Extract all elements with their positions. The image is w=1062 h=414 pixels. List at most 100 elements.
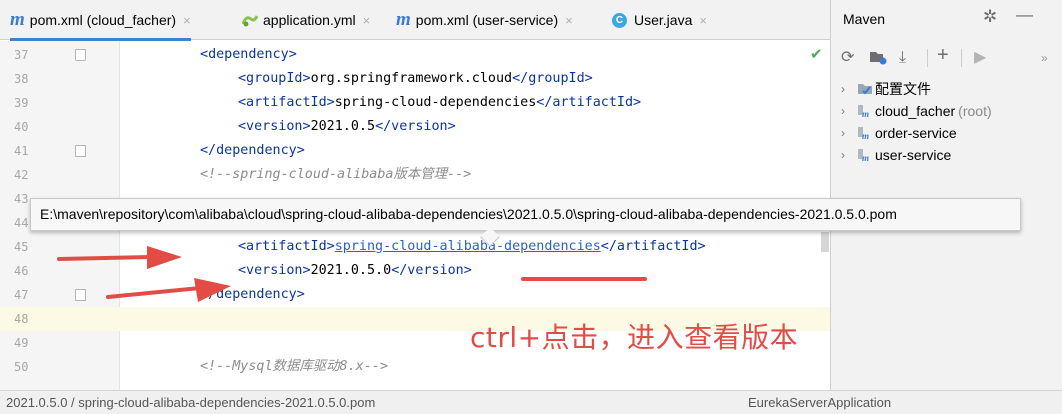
tab-application-yml[interactable]: application.yml × <box>241 0 371 40</box>
artifact-link[interactable]: spring-cloud-alibaba-dependencies <box>335 239 601 254</box>
annotation-underline <box>521 277 647 281</box>
code-line[interactable]: 50 <!--Mysql数据库驱动8.x--> <box>0 355 830 379</box>
maven-tree-item-cloud-facher[interactable]: › m cloud_facher (root) <box>841 100 992 122</box>
xml-tag: < <box>200 47 209 62</box>
line-number: 46 <box>14 264 29 278</box>
run-config-label[interactable]: EurekaServerApplication <box>748 395 891 410</box>
bottom-status-strip: 2021.0.5.0 / spring-cloud-alibaba-depend… <box>0 390 1062 414</box>
line-number: 50 <box>14 360 29 374</box>
toolbar-separator <box>927 49 928 67</box>
close-icon[interactable]: × <box>699 13 707 28</box>
code-text: <!--spring-cloud-alibaba版本管理--> <box>200 163 471 187</box>
xml-value: org.springframework.cloud <box>310 71 513 86</box>
xml-tag: </artifactId> <box>600 239 706 254</box>
plus-icon[interactable]: + <box>937 45 949 65</box>
code-line[interactable]: 40 <version>2021.0.5</version> <box>0 115 830 139</box>
toolbar-separator <box>961 49 962 67</box>
fold-marker-icon[interactable] <box>75 289 86 301</box>
annotation-arrow-1 <box>57 246 182 269</box>
code-line[interactable]: 37 <dependency> <box>0 43 830 67</box>
code-text: <groupId>org.springframework.cloud</grou… <box>238 67 593 91</box>
line-number: 41 <box>14 144 29 158</box>
tab-label: pom.xml (cloud_facher) <box>29 12 177 28</box>
java-class-icon: C <box>612 12 627 28</box>
xml-tag: </version> <box>391 263 472 278</box>
code-line[interactable]: 41 </dependency> <box>0 139 830 163</box>
svg-text:m: m <box>862 109 869 118</box>
code-text: </dependency> <box>200 139 305 163</box>
xml-tag: <groupId> <box>238 71 311 86</box>
maven-module-icon: m <box>857 126 871 141</box>
code-text: <version>2021.0.5.0</version> <box>238 259 472 283</box>
maven-tree-item-profiles[interactable]: › 配置文件 <box>841 78 931 100</box>
close-icon[interactable]: × <box>363 13 371 28</box>
fold-marker-icon[interactable] <box>75 145 86 157</box>
maven-tree-item-user-service[interactable]: › m user-service <box>841 144 951 166</box>
maven-tool-window: Maven ⟳ ⤓ + ▶ » › 配置文件 › m cloud_facher … <box>830 0 1062 390</box>
code-line[interactable]: 38 <groupId>org.springframework.cloud</gr… <box>0 67 830 91</box>
editor-scrollbar-thumb[interactable] <box>821 232 829 252</box>
tree-item-label: 配置文件 <box>875 81 931 97</box>
xml-comment: <!--Mysql数据库驱动8.x--> <box>200 359 388 374</box>
line-number: 37 <box>14 48 29 62</box>
xml-comment: <!--spring-cloud-alibaba版本管理--> <box>200 167 472 182</box>
minimize-icon[interactable]: — <box>1016 5 1033 25</box>
annotation-arrow-2 <box>106 278 231 302</box>
add-maven-project-icon[interactable] <box>869 49 887 70</box>
maven-m-icon: m <box>10 9 25 30</box>
code-text: <!--Mysql数据库驱动8.x--> <box>200 355 388 379</box>
path-tooltip: E:\maven\repository\com\alibaba\cloud\sp… <box>30 198 1021 231</box>
fold-marker-icon[interactable] <box>75 49 86 61</box>
line-number: 40 <box>14 120 29 134</box>
xml-value: 2021.0.5 <box>310 119 376 134</box>
close-icon[interactable]: × <box>183 13 191 28</box>
xml-tag: </version> <box>375 119 456 134</box>
yaml-file-icon <box>241 13 259 27</box>
xml-tag: </groupId> <box>512 71 593 86</box>
xml-value: 2021.0.5.0 <box>310 263 392 278</box>
code-text: <version>2021.0.5</version> <box>238 115 456 139</box>
maven-module-icon: m <box>857 148 871 163</box>
editor-tab-bar: m pom.xml (cloud_facher) × application.y… <box>0 0 830 41</box>
bottom-path-text: 2021.0.5.0 / spring-cloud-alibaba-depend… <box>6 395 376 410</box>
tree-item-label: user-service <box>875 147 952 163</box>
xml-tag: </dependency> <box>200 143 305 158</box>
xml-tag: dependency <box>208 47 289 62</box>
chevron-right-icon[interactable]: › <box>841 126 857 140</box>
close-icon[interactable]: × <box>565 13 573 28</box>
line-number: 48 <box>14 312 29 326</box>
tab-label: application.yml <box>263 12 356 28</box>
maven-m-icon: m <box>396 9 411 30</box>
code-line[interactable]: 39 <artifactId>spring-cloud-dependencies<… <box>0 91 830 115</box>
tab-pom-cloud-facher[interactable]: m pom.xml (cloud_facher) × <box>10 0 191 41</box>
profiles-icon <box>857 82 872 96</box>
maven-module-icon: m <box>857 104 871 119</box>
chevron-right-icon[interactable]: › <box>841 82 857 96</box>
line-number: 42 <box>14 168 29 182</box>
tab-user-java[interactable]: C User.java × <box>612 0 707 40</box>
gear-icon[interactable]: ✲ <box>983 7 997 27</box>
chevron-right-icon[interactable]: › <box>841 148 857 162</box>
tree-item-label: cloud_facher <box>875 103 956 119</box>
more-icon[interactable]: » <box>1041 49 1048 67</box>
tab-pom-user-service[interactable]: m pom.xml (user-service) × <box>396 0 573 40</box>
svg-text:m: m <box>862 153 869 162</box>
tab-label: pom.xml (user-service) <box>415 12 559 28</box>
xml-tag: <artifactId> <box>238 95 335 110</box>
xml-tag: <version> <box>238 263 311 278</box>
tree-item-label: order-service <box>875 125 957 141</box>
chevron-right-icon[interactable]: › <box>841 104 857 118</box>
xml-value: spring-cloud-dependencies <box>334 95 537 110</box>
reload-icon[interactable]: ⟳ <box>841 49 854 67</box>
run-icon[interactable]: ▶ <box>974 49 986 67</box>
xml-tag: </artifactId> <box>536 95 642 110</box>
tab-label: User.java <box>634 12 693 28</box>
maven-tree-item-order-service[interactable]: › m order-service <box>841 122 957 144</box>
code-line[interactable]: 42 <!--spring-cloud-alibaba版本管理--> <box>0 163 830 187</box>
download-icon[interactable]: ⤓ <box>899 49 906 67</box>
code-text: <dependency> <box>200 43 297 67</box>
code-text: <artifactId>spring-cloud-alibaba-depende… <box>238 235 706 259</box>
line-number: 38 <box>14 72 29 86</box>
maven-toolbar: ⟳ ⤓ + ▶ » <box>831 40 1062 76</box>
svg-text:m: m <box>862 131 869 140</box>
